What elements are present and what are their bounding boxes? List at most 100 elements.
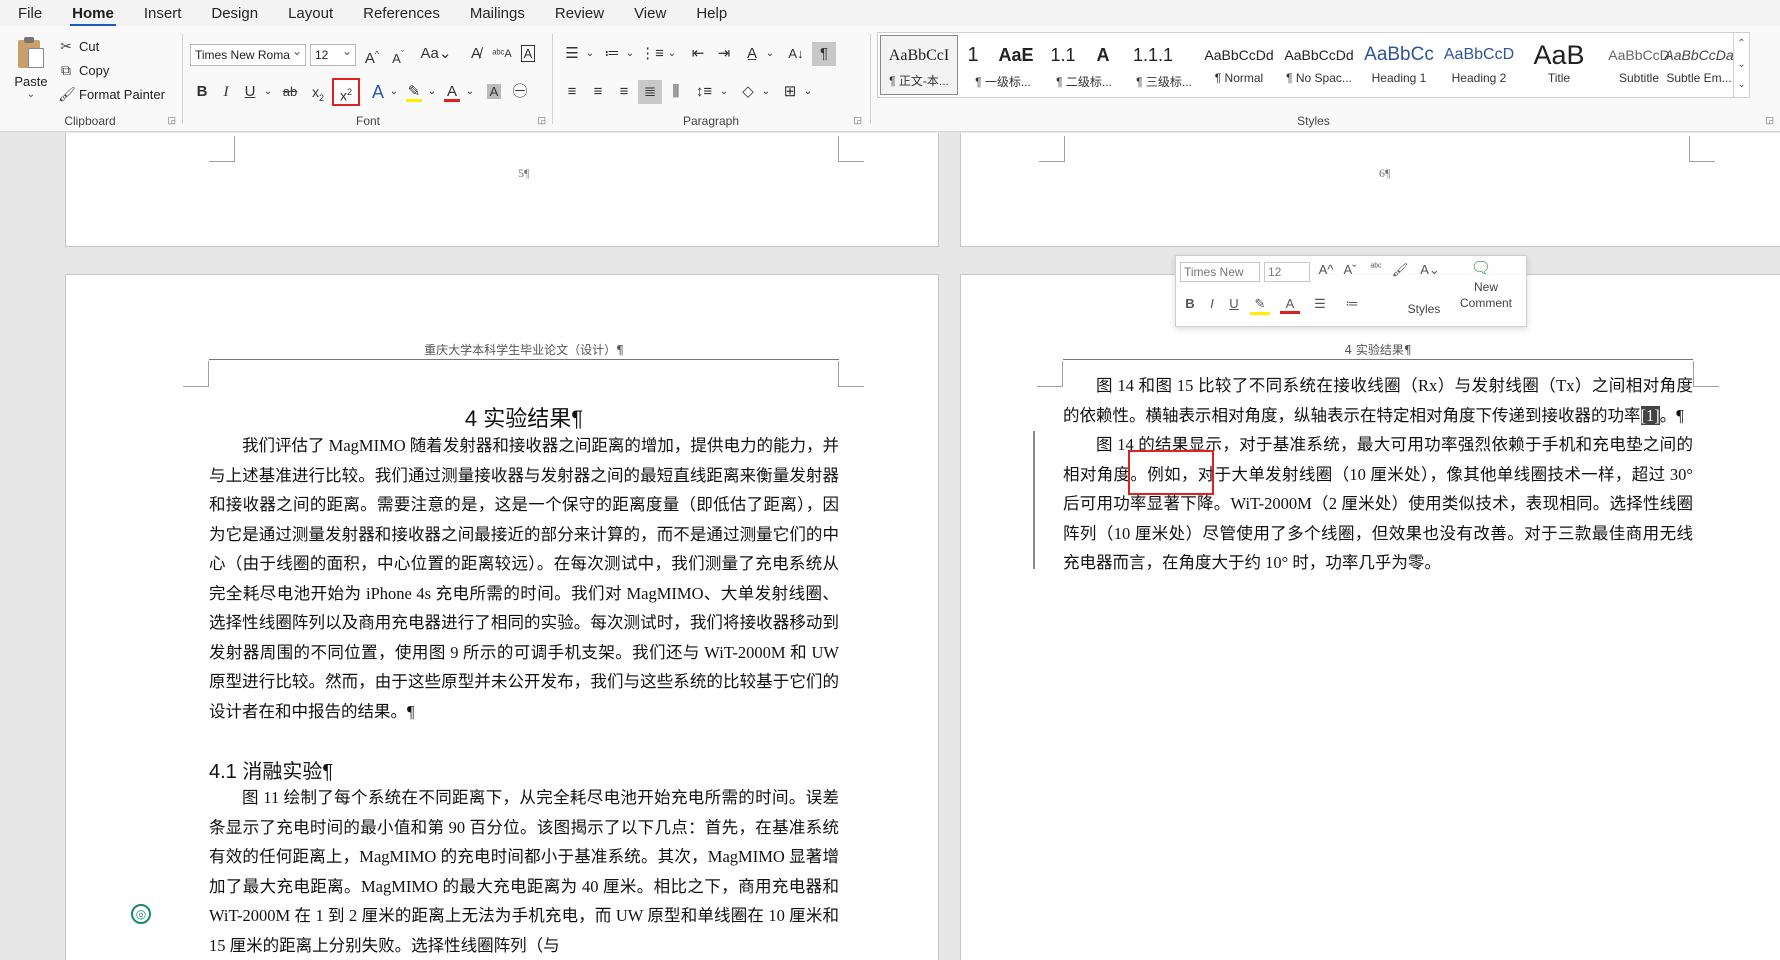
character-shading-icon[interactable]: A [482,80,506,104]
strikethrough-icon[interactable]: ab [278,80,302,104]
body-paragraph[interactable]: 图 14 和图 15 比较了不同系统在接收线圈（Rx）与发射线圈（Tx）之间相对… [1063,371,1693,430]
menu-review[interactable]: Review [555,5,604,22]
change-case-icon[interactable]: Aa⌄ [418,42,454,66]
numbering-icon[interactable]: ≔ [1342,296,1362,312]
character-border-icon[interactable]: A [516,42,540,66]
cut-button[interactable]: ✂ Cut [58,38,99,55]
menu-home[interactable]: Home [70,5,116,27]
align-center-icon[interactable]: ≡ [586,80,610,104]
copy-label: Copy [79,63,110,78]
phonetic-guide-icon[interactable]: ᵃᵇᶜ [1366,262,1386,273]
font-group: Times New Roma 12 A^ Aˇ Aa⌄ A̸ ᵃᵇᶜA A B … [186,30,550,130]
highlight-icon[interactable]: ✎ [1250,296,1270,315]
styles-icon[interactable]: A⌄ [1420,262,1440,278]
decrease-indent-icon[interactable]: ⇤ [686,42,710,66]
body-paragraph[interactable]: 图 11 绘制了每个系统在不同距离下，从完全耗尽电池开始充电所需的时间。误差条显… [209,783,839,960]
shading-dropdown-icon[interactable]: ⌄ [754,80,778,104]
increase-indent-icon[interactable]: ⇥ [712,42,736,66]
shrink-font-icon[interactable]: Aˇ [386,42,410,66]
margin-corner [838,361,864,387]
enclose-characters-icon[interactable]: ㊀ [508,80,532,104]
bold-icon[interactable]: B [1180,296,1200,311]
italic-icon[interactable]: I [214,80,238,104]
phonetic-guide-icon[interactable]: ᵃᵇᶜA [490,42,514,66]
styles-launcher-icon[interactable]: ◲ [1765,115,1774,126]
paste-dropdown-icon[interactable]: ⌄ [8,89,54,100]
menu-layout[interactable]: Layout [288,5,333,22]
chapter-title[interactable]: 4 实验结果¶ [209,401,839,433]
grow-font-icon[interactable]: A^ [360,42,384,67]
underline-icon[interactable]: U [1224,296,1244,311]
paste-button[interactable]: Paste ⌄ [8,36,54,106]
styles-group-label: Styles [1297,114,1330,128]
mini-font-combo[interactable]: Times New [1180,262,1260,282]
grow-font-icon[interactable]: A^ [1316,262,1336,277]
subscript-icon[interactable]: x2 [306,80,330,104]
paragraph-group: ☰ ⌄ ≔ ⌄ ⋮≡ ⌄ ⇤ ⇥ A̲ ⌄ A↓ ¶ ≡ ≡ ≡ ≣ ⫼ ↕≡ … [556,30,866,130]
show-formatting-marks-icon[interactable]: ¶ [812,42,836,66]
styles-group: Styles ◲ [877,30,1774,130]
margin-corner [838,136,864,162]
justify-icon[interactable]: ≣ [638,80,662,104]
copy-icon: ⧉ [61,62,71,78]
format-painter-icon[interactable]: 🖌 [1390,262,1410,278]
fingerprint-icon[interactable]: ◎ [131,904,151,924]
format-painter-button[interactable]: 🖌 Format Painter [58,86,165,103]
right-page: 4 实验结果¶ 图 14 和图 15 比较了不同系统在接收线圈（Rx）与发射线圈… [960,274,1780,960]
paragraph-launcher-icon[interactable]: ◲ [853,115,862,126]
underline-dropdown-icon[interactable]: ⌄ [256,80,280,104]
bold-icon[interactable]: B [190,80,214,104]
line-spacing-dropdown-icon[interactable]: ⌄ [712,80,736,104]
font-launcher-icon[interactable]: ◲ [537,115,546,126]
italic-icon[interactable]: I [1202,296,1222,311]
ribbon-divider [870,34,871,124]
ribbon-divider [182,34,183,124]
superscript-icon[interactable]: x2 [332,78,360,106]
font-color-icon[interactable]: A [1280,296,1300,314]
margin-corner [1693,361,1719,387]
copy-button[interactable]: ⧉ Copy [58,62,109,79]
font-size-combo[interactable]: 12 [310,44,356,66]
new-comment-icon[interactable]: 🗨 [1466,258,1496,278]
margin-corner [1037,361,1063,387]
distributed-icon[interactable]: ⫼ [664,80,688,104]
body-paragraph[interactable]: 我们评估了 MagMIMO 随着发射器和接收器之间距离的增加，提供电力的能力，并… [209,431,839,726]
menu-mailings[interactable]: Mailings [470,5,525,22]
clipboard-launcher-icon[interactable]: ◲ [167,115,176,126]
font-family-combo[interactable]: Times New Roma [190,44,306,66]
multilevel-dropdown-icon[interactable]: ⌄ [660,42,684,66]
new-comment-label[interactable]: New [1454,280,1518,294]
header-rule [209,359,839,360]
borders-dropdown-icon[interactable]: ⌄ [796,80,820,104]
menu-help[interactable]: Help [696,5,727,22]
page-number: 5¶ [518,166,530,180]
menu-view[interactable]: View [634,5,666,22]
numbering-dropdown-icon[interactable]: ⌄ [618,42,642,66]
mini-toolbar: Times New 12 A^ Aˇ ᵃᵇᶜ 🖌 A⌄ B I U ✎ A ☰ … [1175,255,1527,327]
header-rule [1063,359,1693,360]
mini-size-combo[interactable]: 12 [1264,262,1310,282]
citation-reference[interactable]: [1] [1640,405,1660,425]
menu-design[interactable]: Design [211,5,258,22]
font-color-dropdown-icon[interactable]: ⌄ [458,80,482,104]
font-group-label: Font [355,114,380,128]
margin-corner [1039,136,1065,162]
paste-label: Paste [14,74,48,89]
margin-corner [1689,136,1715,162]
align-right-icon[interactable]: ≡ [612,80,636,104]
menu-insert[interactable]: Insert [144,5,182,22]
menu-file[interactable]: File [18,5,42,22]
new-comment-label-2[interactable]: Comment [1454,296,1518,310]
menu-references[interactable]: References [363,5,440,22]
align-left-icon[interactable]: ≡ [560,80,584,104]
paintbrush-icon: 🖌 [58,86,76,102]
clipboard-group: Paste ⌄ ✂ Cut ⧉ Copy 🖌 Format Painter Cl… [0,30,180,130]
shrink-font-icon[interactable]: Aˇ [1340,262,1360,277]
bullets-dropdown-icon[interactable]: ⌄ [578,42,602,66]
sort-icon[interactable]: A↓ [784,42,808,66]
clear-formatting-icon[interactable]: A̸ [464,42,488,66]
asian-layout-dropdown-icon[interactable]: ⌄ [758,42,782,66]
styles-label[interactable]: Styles [1404,302,1444,316]
section-heading[interactable]: 4.1 消融实验¶ [209,755,333,784]
bullets-icon[interactable]: ☰ [1310,296,1330,312]
